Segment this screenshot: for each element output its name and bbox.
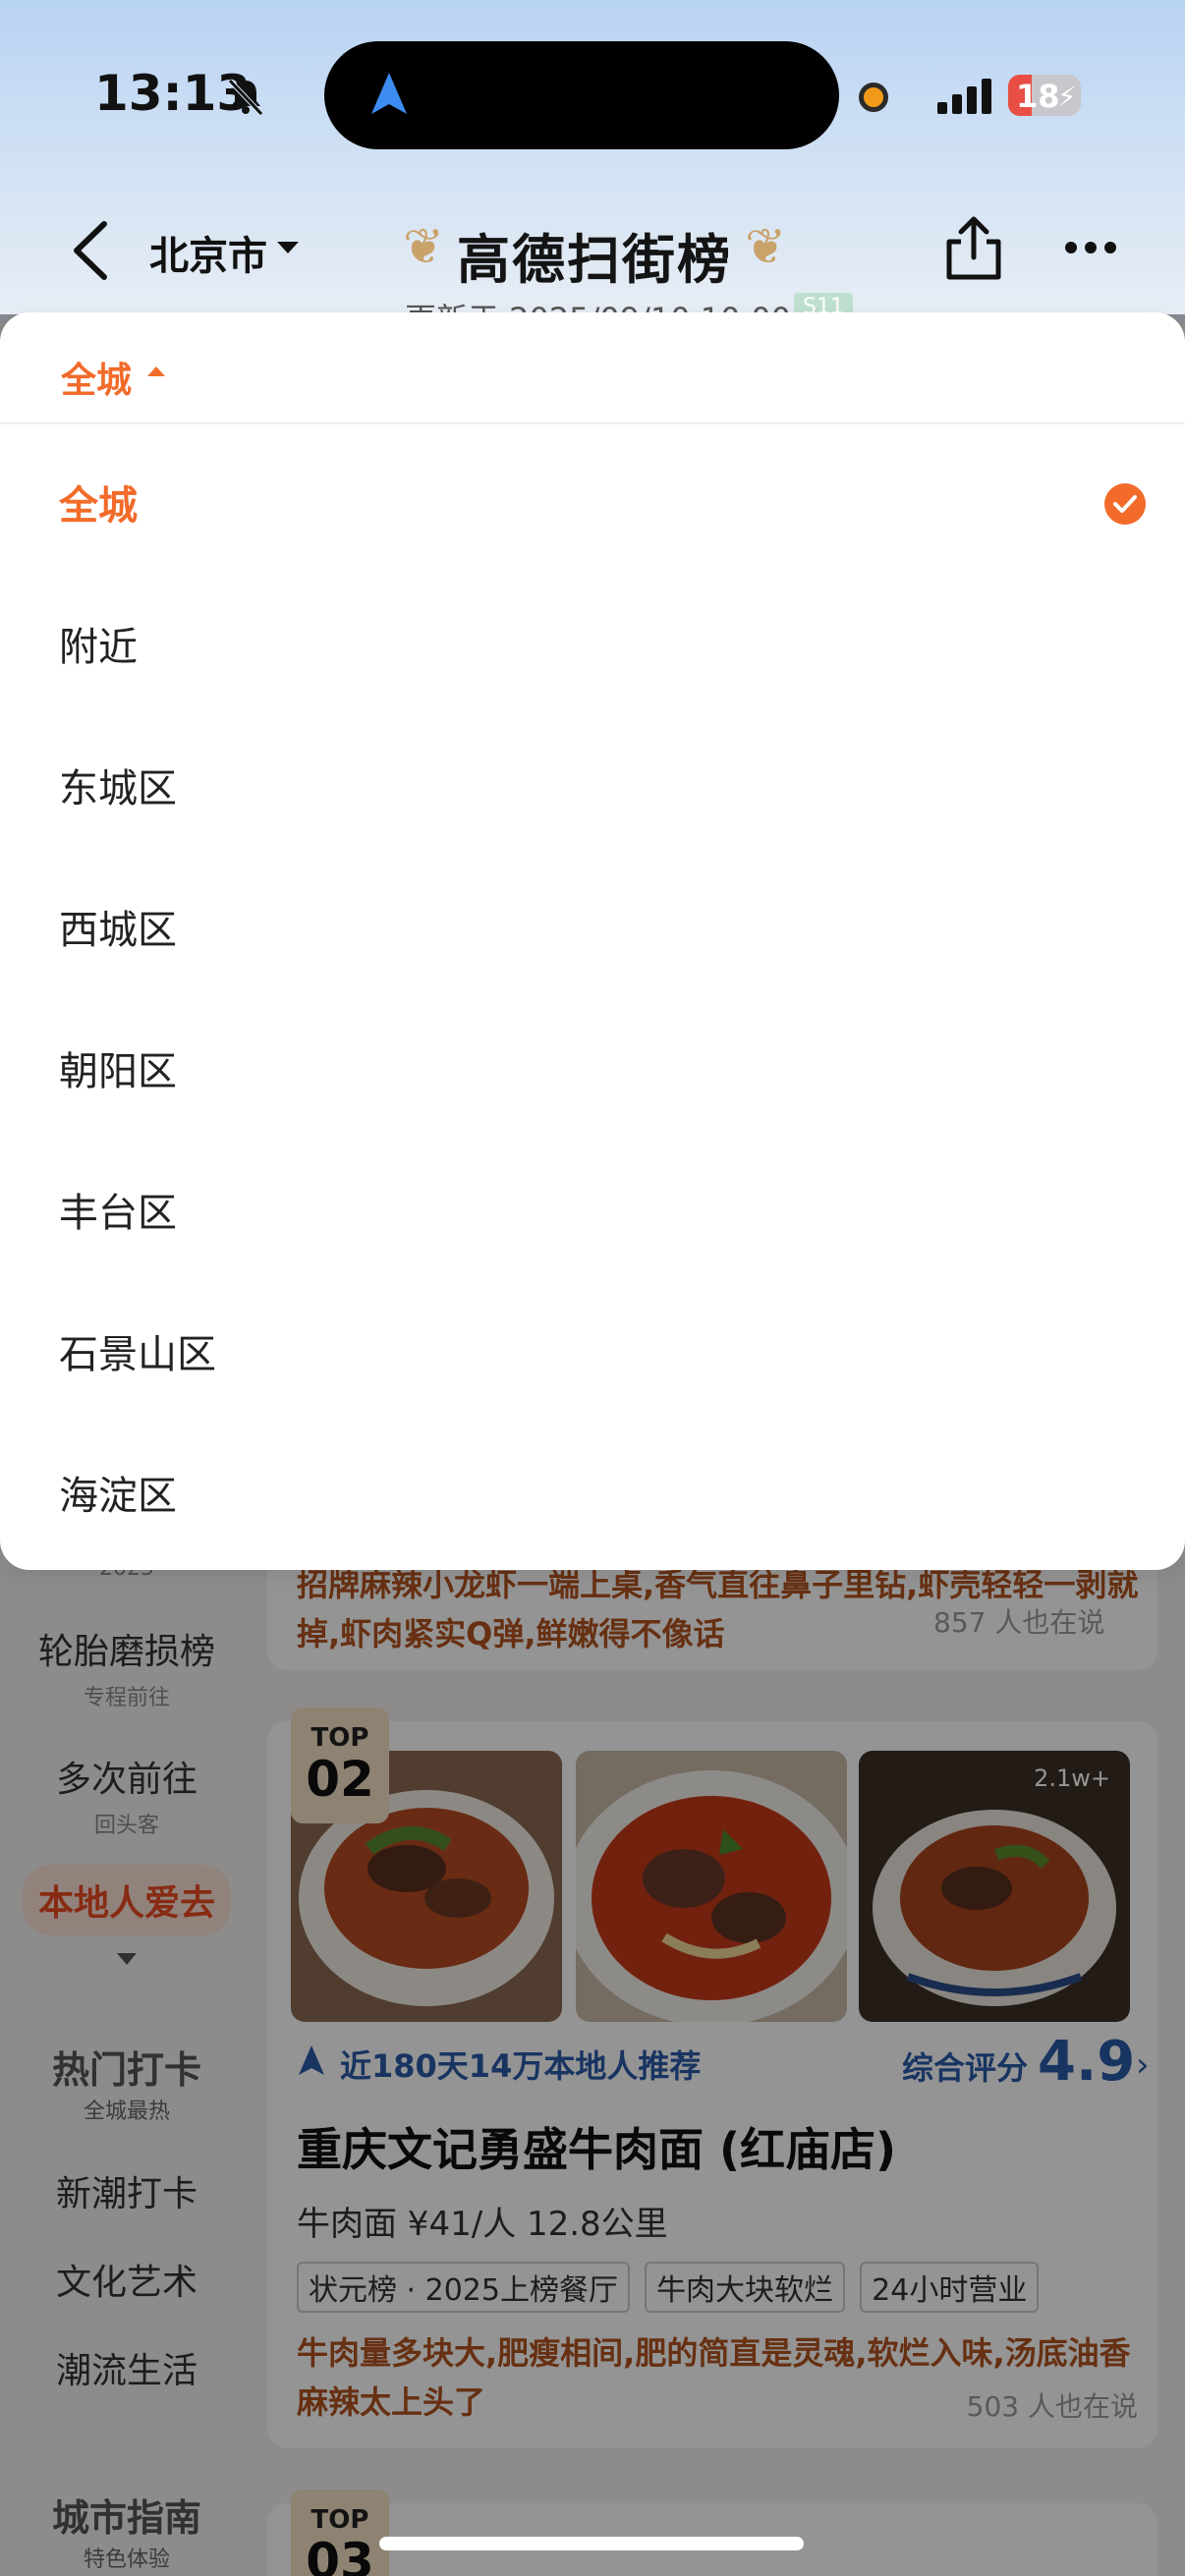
city-selector[interactable]: 北京市: [149, 224, 267, 281]
silent-bell-icon: [228, 79, 263, 116]
more-icon[interactable]: [1063, 238, 1118, 257]
dynamic-island: [324, 41, 839, 149]
brand-title: ❦ 高德扫街榜 ❦: [403, 218, 786, 291]
check-icon: [1104, 483, 1146, 525]
area-option-chaoyang[interactable]: 朝阳区: [0, 990, 1185, 1132]
area-option-xicheng[interactable]: 西城区: [0, 849, 1185, 990]
laurel-left-icon: ❦: [403, 218, 444, 275]
back-arrow-icon[interactable]: [69, 218, 112, 283]
navigation-arrow-icon: [371, 73, 407, 114]
area-option-nearby[interactable]: 附近: [0, 566, 1185, 707]
share-icon[interactable]: [941, 214, 1006, 283]
area-option-haidian[interactable]: 海淀区: [0, 1415, 1185, 1556]
area-option-fengtai[interactable]: 丰台区: [0, 1132, 1185, 1273]
signal-icon: [937, 79, 991, 114]
top-nav: 北京市 ❦ 高德扫街榜 ❦: [0, 196, 1185, 305]
home-indicator[interactable]: [379, 2537, 804, 2550]
area-option-dongcheng[interactable]: 东城区: [0, 707, 1185, 849]
battery-icon: 18 ⚡: [1008, 75, 1081, 116]
area-filter-dropdown: 全城 全城 附近 东城区 西城区 朝阳区 丰台区 石景山区 海淀区: [0, 312, 1185, 1570]
caret-up-icon: [147, 366, 165, 376]
laurel-right-icon: ❦: [745, 218, 786, 275]
dropdown-header[interactable]: 全城: [0, 312, 1185, 424]
area-option-all[interactable]: 全城: [0, 424, 1185, 566]
area-option-shijingshan[interactable]: 石景山区: [0, 1273, 1185, 1415]
battery-level: 18: [1016, 78, 1060, 115]
recording-dot-icon: [859, 83, 888, 112]
city-caret-icon[interactable]: [277, 242, 299, 253]
status-bar: 13:13 18 ⚡: [0, 0, 1185, 187]
